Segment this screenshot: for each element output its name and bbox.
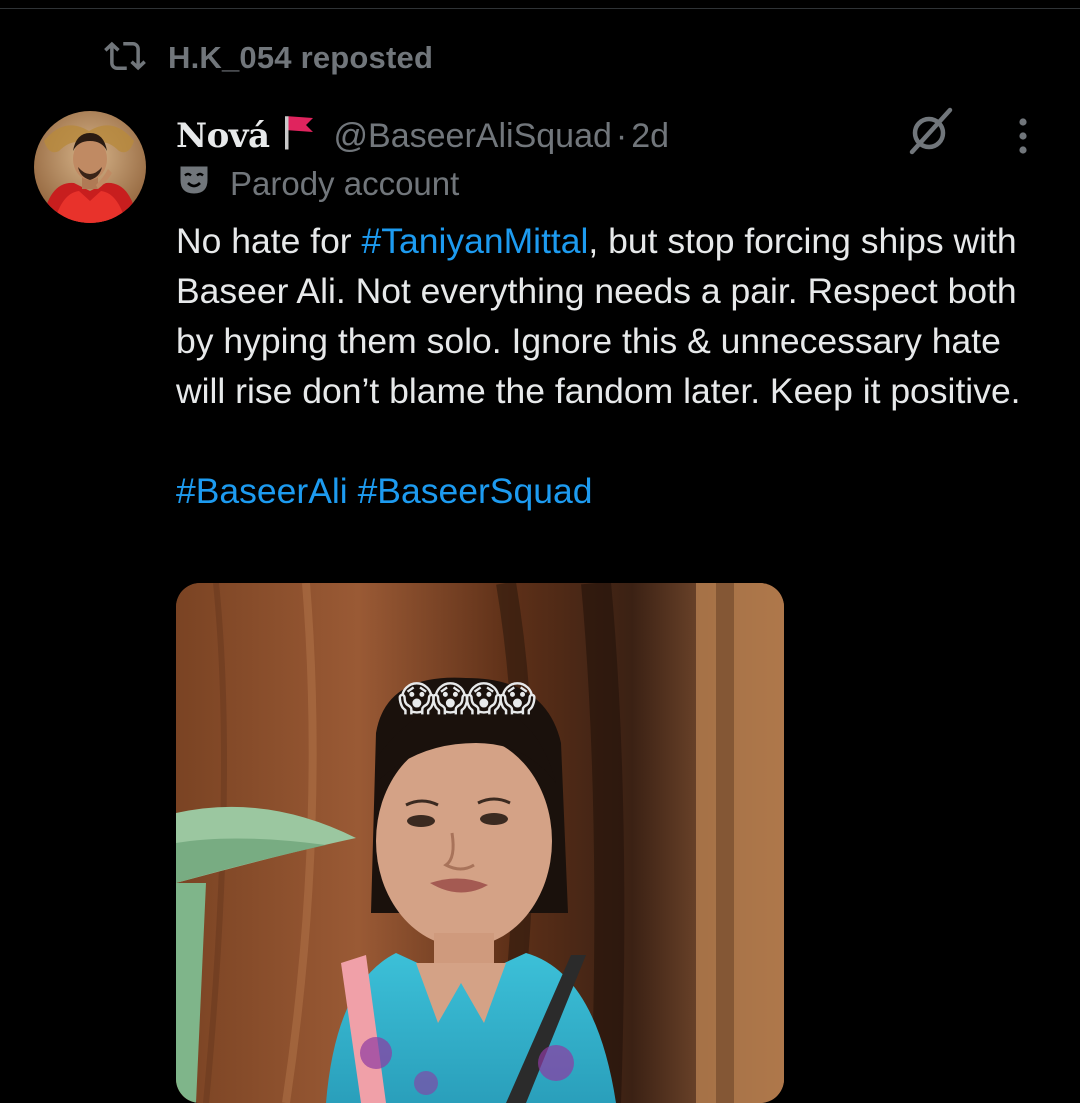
tweet-timestamp[interactable]: 2d xyxy=(631,117,669,156)
hashtag-link[interactable]: #TaniyanMittal xyxy=(362,221,589,261)
author-display-name[interactable]: Nová xyxy=(176,116,270,156)
parody-label: Parody account xyxy=(176,162,1046,206)
hashtag-line: #BaseerAli #BaseerSquad xyxy=(176,466,1046,516)
top-divider xyxy=(0,0,1080,9)
separator-dot: · xyxy=(615,116,628,155)
media-caption: 😱😱😱😱 xyxy=(398,678,536,719)
parody-label-text: Parody account xyxy=(230,165,460,202)
tweet-media-image[interactable]: 😱😱😱😱 xyxy=(176,583,784,1103)
repost-icon xyxy=(104,35,146,82)
more-icon[interactable] xyxy=(1008,112,1038,160)
repost-context[interactable]: H.K_054 reposted xyxy=(104,36,433,80)
repost-label: H.K_054 reposted xyxy=(168,40,434,75)
tweet[interactable]: Nová @BaseerAliSquad · 2d Parody account… xyxy=(176,108,1046,516)
author-handle[interactable]: @BaseerAliSquad xyxy=(334,117,612,156)
red-flag-icon xyxy=(270,111,320,162)
hashtag-link[interactable]: #BaseerSquad xyxy=(358,471,593,511)
hashtag-link[interactable]: #BaseerAli xyxy=(176,471,348,511)
parody-mask-icon xyxy=(176,162,230,206)
media-photo xyxy=(176,583,784,1103)
tweet-text-start: No hate for xyxy=(176,221,362,261)
grok-icon[interactable] xyxy=(904,104,958,158)
author-avatar[interactable] xyxy=(34,111,146,223)
tweet-text: No hate for #TaniyanMittal, but stop for… xyxy=(176,216,1036,416)
